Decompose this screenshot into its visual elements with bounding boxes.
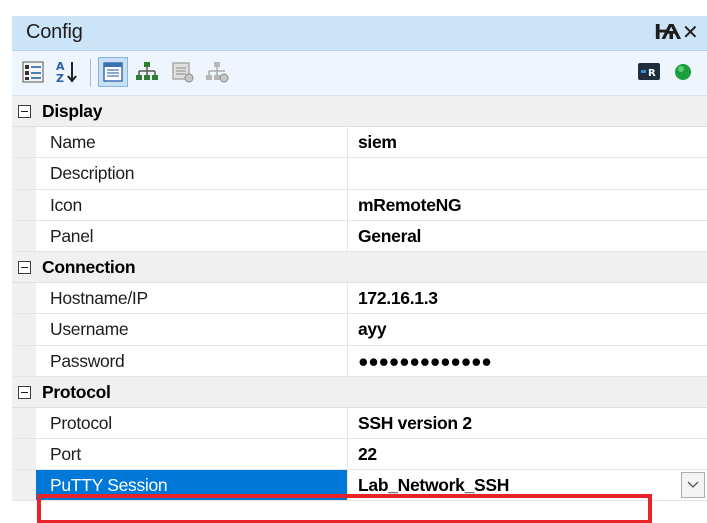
screenshot-root: Config Ѩ ✕ A Z R Display Name siem Descr… bbox=[0, 0, 707, 523]
category-label: Protocol bbox=[42, 381, 111, 402]
row-gutter bbox=[12, 439, 36, 470]
row-gutter bbox=[12, 220, 36, 251]
top-strip bbox=[0, 0, 707, 16]
row-gutter bbox=[12, 283, 36, 314]
status-online-button[interactable] bbox=[668, 57, 698, 87]
row-gutter bbox=[12, 127, 36, 158]
default-properties-icon bbox=[172, 62, 194, 83]
property-name: Username bbox=[36, 314, 348, 345]
svg-text:R: R bbox=[648, 68, 656, 79]
collapse-toggle-icon[interactable] bbox=[18, 105, 31, 118]
alphabetical-sort-icon: A Z bbox=[56, 60, 77, 85]
host-status-icon: R bbox=[638, 63, 660, 80]
property-name: PuTTY Session bbox=[36, 470, 348, 501]
putty-session-dropdown-button[interactable] bbox=[681, 472, 705, 499]
property-grid: Display Name siem Description Icon mRemo… bbox=[12, 96, 707, 502]
property-value[interactable]: mRemoteNG bbox=[348, 190, 707, 220]
property-row-description[interactable]: Description bbox=[12, 158, 707, 190]
row-gutter bbox=[12, 470, 36, 501]
host-status-button[interactable]: R bbox=[634, 57, 664, 87]
row-gutter bbox=[12, 158, 36, 189]
config-panel: Config Ѩ ✕ A Z R Display Name siem Descr… bbox=[12, 16, 707, 523]
panel-titlebar: Config Ѩ ✕ bbox=[12, 16, 707, 51]
property-name: Description bbox=[36, 158, 348, 189]
default-properties-button[interactable] bbox=[168, 57, 198, 87]
category-protocol: Protocol bbox=[12, 376, 707, 408]
property-name: Protocol bbox=[36, 407, 348, 439]
property-row-username[interactable]: Username ayy bbox=[12, 314, 707, 346]
property-row-password[interactable]: Password ●●●●●●●●●●●●● bbox=[12, 345, 707, 377]
default-inheritance-button[interactable] bbox=[202, 57, 232, 87]
inheritance-button[interactable] bbox=[132, 57, 162, 87]
row-gutter bbox=[12, 314, 36, 345]
property-value[interactable]: ayy bbox=[348, 314, 707, 344]
toolbar: A Z R bbox=[12, 51, 707, 96]
password-value[interactable]: ●●●●●●●●●●●●● bbox=[348, 346, 707, 376]
row-gutter bbox=[12, 407, 36, 439]
inheritance-icon bbox=[136, 62, 158, 80]
categorized-view-button[interactable] bbox=[18, 57, 48, 87]
category-display: Display bbox=[12, 96, 707, 128]
chevron-down-icon bbox=[687, 481, 699, 489]
panel-title: Config bbox=[26, 21, 83, 43]
svg-text:Z: Z bbox=[56, 72, 64, 85]
property-value[interactable]: Lab_Network_SSH bbox=[348, 470, 707, 501]
category-label: Display bbox=[42, 101, 103, 121]
property-row-icon[interactable]: Icon mRemoteNG bbox=[12, 189, 707, 221]
property-row-putty-session[interactable]: PuTTY Session Lab_Network_SSH bbox=[12, 470, 707, 502]
category-connection: Connection bbox=[12, 251, 707, 284]
property-name: Name bbox=[36, 127, 348, 158]
property-row-hostname[interactable]: Hostname/IP 172.16.1.3 bbox=[12, 283, 707, 315]
property-value[interactable]: 22 bbox=[348, 439, 707, 469]
row-gutter bbox=[12, 345, 36, 376]
property-name: Port bbox=[36, 439, 348, 470]
row-gutter bbox=[12, 189, 36, 220]
categorized-view-icon bbox=[22, 61, 44, 83]
properties-icon bbox=[103, 62, 123, 82]
properties-button[interactable] bbox=[98, 57, 128, 87]
default-inheritance-icon bbox=[206, 62, 229, 83]
property-row-port[interactable]: Port 22 bbox=[12, 439, 707, 471]
property-row-panel[interactable]: Panel General bbox=[12, 220, 707, 252]
collapse-toggle-icon[interactable] bbox=[18, 385, 31, 399]
close-icon[interactable]: ✕ bbox=[682, 20, 699, 44]
pin-icon[interactable]: Ѩ bbox=[654, 20, 681, 44]
property-value[interactable]: 172.16.1.3 bbox=[348, 283, 707, 313]
property-name: Password bbox=[36, 345, 348, 376]
property-name: Hostname/IP bbox=[36, 283, 348, 314]
property-name: Icon bbox=[36, 189, 348, 220]
property-name: Panel bbox=[36, 220, 348, 251]
property-row-name[interactable]: Name siem bbox=[12, 127, 707, 159]
category-label: Connection bbox=[42, 256, 136, 277]
property-value[interactable]: General bbox=[348, 221, 707, 251]
property-value[interactable] bbox=[348, 158, 707, 188]
property-value[interactable]: siem bbox=[348, 127, 707, 157]
status-online-icon bbox=[675, 64, 691, 80]
alphabetical-sort-button[interactable]: A Z bbox=[52, 57, 82, 87]
property-row-protocol[interactable]: Protocol SSH version 2 bbox=[12, 407, 707, 440]
toolbar-separator bbox=[90, 59, 91, 87]
collapse-toggle-icon[interactable] bbox=[18, 260, 31, 274]
property-value[interactable]: SSH version 2 bbox=[348, 408, 707, 438]
